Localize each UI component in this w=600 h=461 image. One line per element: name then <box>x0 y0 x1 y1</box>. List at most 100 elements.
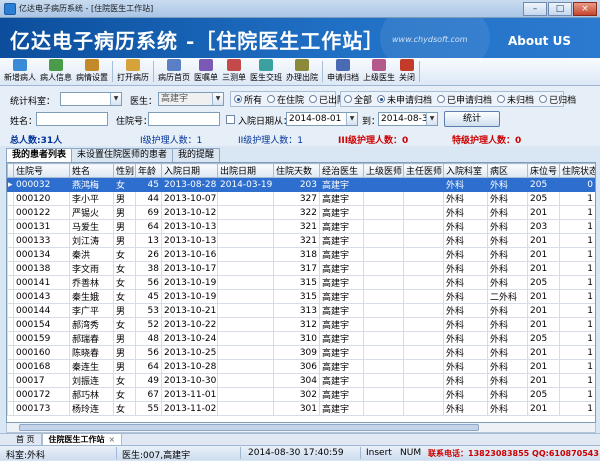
column-header[interactable]: 住院状态 <box>559 163 595 178</box>
toolbar-button-patient-info[interactable]: 病人信息 <box>38 58 74 85</box>
column-header[interactable]: 经治医生 <box>319 163 364 178</box>
table-row[interactable]: 000159 郝瑞春男 48 2013-10-24 310 高建宇 外科 外科 205 1 <box>7 331 595 346</box>
toolbar-button-record-home[interactable]: 病历首页 <box>156 58 192 85</box>
table-cell: 53 <box>135 303 162 318</box>
table-cell: 严锡火 <box>69 205 114 220</box>
table-cell: 高建宇 <box>319 331 364 346</box>
toolbar-button-new-patient[interactable]: 新增病人 <box>2 58 38 85</box>
table-cell: 女 <box>113 247 136 262</box>
column-header[interactable]: 病区 <box>487 163 528 178</box>
table-cell <box>217 219 274 234</box>
table-cell: 女 <box>113 401 136 416</box>
table-cell: 高建宇 <box>319 289 364 304</box>
table-cell <box>403 247 444 262</box>
table-row[interactable]: 000173 杨玲连女 55 2013-11-02 301 高建宇 外科 外科 201 1 <box>7 401 595 416</box>
table-cell: 000172 <box>13 387 70 402</box>
table-cell: 201 <box>527 401 560 416</box>
archive-radio-1[interactable]: 未申请归档 <box>377 93 432 106</box>
table-row[interactable]: 000131 马爱生男 64 2013-10-13 321 高建宇 外科 外科 203 1 <box>7 219 595 234</box>
doctor-select-value: 高建宇 <box>161 94 189 104</box>
table-cell: 1 <box>559 345 595 360</box>
toolbar-button-senior-doctor[interactable]: 上级医生 <box>361 58 397 85</box>
table-cell: 0 <box>559 177 595 192</box>
table-row[interactable]: 00017 刘振连女 49 2013-10-30 304 高建宇 外科 外科 201 1 <box>7 373 595 388</box>
table-cell: 000159 <box>13 331 70 346</box>
column-header[interactable]: 床位号 <box>527 163 560 178</box>
table-row[interactable]: 000134 秦洪女 26 2013-10-16 318 高建宇 外科 外科 201 1 <box>7 247 595 262</box>
column-header[interactable]: 住院天数 <box>273 163 320 178</box>
table-row[interactable]: 000133 刘江涛男 13 2013-10-13 321 高建宇 外科 外科 201 1 <box>7 233 595 248</box>
status-radio-1[interactable]: 在住院 <box>267 93 304 106</box>
toolbar-button-close[interactable]: 关闭 <box>397 58 417 85</box>
column-header[interactable]: 年龄 <box>135 163 162 178</box>
tab-0[interactable]: 我的患者列表 <box>6 148 73 162</box>
chevron-down-icon: ▼ <box>110 93 121 105</box>
hospital-no-label: 住院号： <box>116 117 153 127</box>
table-row[interactable]: 000120 李小平男 44 2013-10-07 327 高建宇 外科 外科 205 1 <box>7 191 595 206</box>
banner-website: www.chydsoft.com <box>392 35 468 44</box>
table-cell: 外科 <box>487 219 528 234</box>
tab-1[interactable]: 未设置住院医师的患者 <box>71 148 174 162</box>
table-cell: 000144 <box>13 303 70 318</box>
archive-radio-0[interactable]: 全部 <box>344 93 372 106</box>
table-row[interactable]: 000172 郝巧林女 67 2013-11-01 302 高建宇 外科 外科 205 1 <box>7 387 595 402</box>
tab-2[interactable]: 我的提醒 <box>172 148 221 162</box>
toolbar-button-archive-request[interactable]: 申请归档 <box>325 58 361 85</box>
hospital-no-input[interactable] <box>148 112 220 126</box>
window-titlebar[interactable]: 亿达电子病历系统 - [住院医生工作站] – □ × <box>0 0 600 18</box>
name-input[interactable] <box>36 112 108 126</box>
status-radio-0[interactable]: 所有 <box>234 93 262 106</box>
date-from-picker[interactable]: 2014-08-01 ▼ <box>286 112 358 126</box>
archive-radio-2[interactable]: 已申请归档 <box>437 93 492 106</box>
column-header[interactable]: 上级医师 <box>363 163 404 178</box>
archive-radio-3[interactable]: 未归档 <box>497 93 534 106</box>
search-button[interactable]: 统计 <box>444 111 500 127</box>
toolbar-button-discharge[interactable]: 办理出院 <box>284 58 320 85</box>
scrollbar-thumb[interactable] <box>19 424 479 431</box>
table-row[interactable]: 000143 秦生娥女 45 2013-10-19 315 高建宇 外科 二外科 201 1 <box>7 289 595 304</box>
record-home-icon <box>167 59 181 71</box>
column-header[interactable]: 姓名 <box>69 163 114 178</box>
toolbar-button-vitals-chart[interactable]: 三测单 <box>220 58 248 85</box>
column-header[interactable]: 性别 <box>113 163 136 178</box>
column-header[interactable]: 入院科室 <box>443 163 488 178</box>
admission-date-checkbox[interactable] <box>226 115 235 124</box>
table-cell: 二外科 <box>487 289 528 304</box>
dept-select[interactable]: ▼ <box>60 92 122 106</box>
table-cell: 2013-10-07 <box>161 191 218 206</box>
close-window-button[interactable]: × <box>573 2 597 16</box>
close-tab-icon[interactable]: × <box>109 435 116 444</box>
column-header[interactable]: 主任医师 <box>403 163 444 178</box>
about-us-link[interactable]: About US <box>508 34 571 48</box>
table-cell: 317 <box>273 261 320 276</box>
table-row[interactable]: 000138 李文雨女 38 2013-10-17 317 高建宇 外科 外科 201 1 <box>7 261 595 276</box>
column-header[interactable]: 住院号 <box>13 163 70 178</box>
table-cell: 秦连生 <box>69 359 114 374</box>
table-row[interactable]: 000154 郝湾秀女 52 2013-10-22 312 高建宇 外科 外科 201 1 <box>7 317 595 332</box>
radio-dot <box>234 95 242 103</box>
main-toolbar: 新增病人 病人信息 病情设置 打开病历 病历首页 医嘱单 三测单 医生交班 办理出院 申请归档 上级… <box>0 58 600 86</box>
toolbar-button-orders[interactable]: 医嘱单 <box>192 58 220 85</box>
column-header[interactable]: 入院日期 <box>161 163 218 178</box>
archive-radio-4[interactable]: 已归档 <box>539 93 576 106</box>
table-cell <box>363 205 404 220</box>
table-row[interactable]: 000168 秦连生男 64 2013-10-28 306 高建宇 外科 外科 201 1 <box>7 359 595 374</box>
column-header[interactable]: 出院日期 <box>217 163 274 178</box>
table-row[interactable]: 000160 陈晓春男 56 2013-10-25 309 高建宇 外科 外科 201 1 <box>7 345 595 360</box>
toolbar-button-condition-settings[interactable]: 病情设置 <box>74 58 110 85</box>
table-cell <box>403 219 444 234</box>
toolbar-button-handover[interactable]: 医生交班 <box>248 58 284 85</box>
table-row[interactable]: ▸ 000032 燕鸿梅女 45 2013-08-28 2014-03-19 203 高建宇 外… <box>7 177 595 192</box>
horizontal-scrollbar[interactable] <box>6 423 596 433</box>
table-row[interactable]: 000144 李广平男 53 2013-10-21 313 高建宇 外科 外科 201 1 <box>7 303 595 318</box>
toolbar-button-open-record[interactable]: 打开病历 <box>115 58 151 85</box>
maximize-button[interactable]: □ <box>548 2 572 16</box>
table-cell: 000133 <box>13 233 70 248</box>
table-row[interactable]: 000141 乔善林女 56 2013-10-19 315 高建宇 外科 外科 205 1 <box>7 275 595 290</box>
doctor-select[interactable]: 高建宇 ▼ <box>158 92 224 106</box>
table-cell: 女 <box>113 317 136 332</box>
table-cell: 高建宇 <box>319 205 364 220</box>
table-row[interactable]: 000122 严锡火男 69 2013-10-12 322 高建宇 外科 外科 201 1 <box>7 205 595 220</box>
minimize-button[interactable]: – <box>523 2 547 16</box>
date-to-picker[interactable]: 2014-08-30 ▼ <box>378 112 438 126</box>
